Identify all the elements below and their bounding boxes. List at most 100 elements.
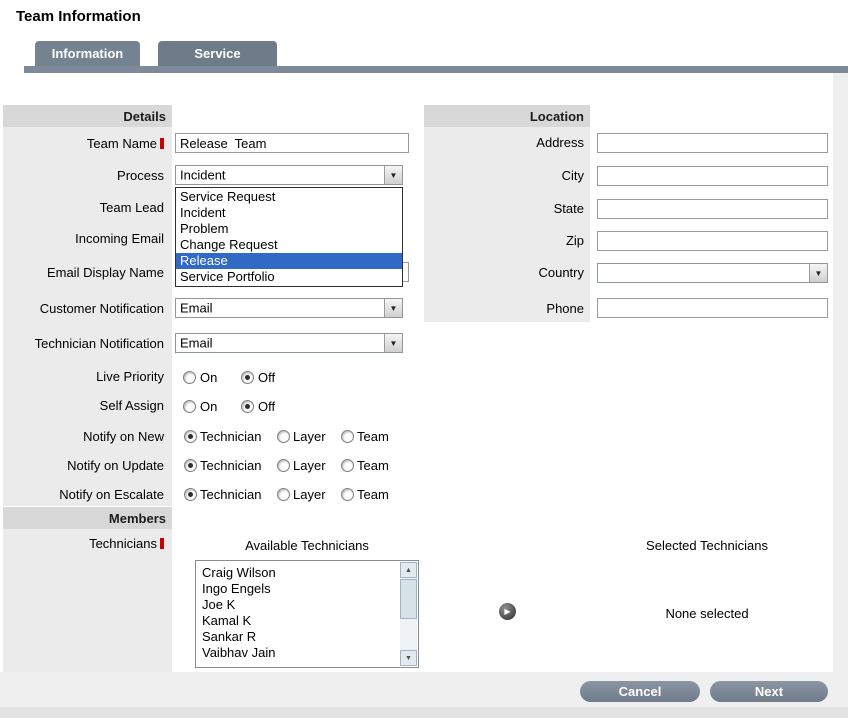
- tab-service[interactable]: Service: [158, 41, 277, 66]
- customer-notification-label: Customer Notification: [3, 301, 164, 316]
- available-technicians-list[interactable]: Craig Wilson Ingo Engels Joe K Kamal K S…: [195, 560, 419, 668]
- team-name-label: Team Name: [3, 136, 164, 151]
- phone-label: Phone: [424, 301, 584, 316]
- notify-on-new-label: Notify on New: [3, 429, 164, 444]
- phone-input[interactable]: [597, 298, 828, 318]
- team-name-label-text: Team Name: [87, 136, 157, 151]
- process-label: Process: [3, 168, 164, 183]
- technician-notification-label: Technician Notification: [3, 336, 164, 351]
- live-priority-off-radio[interactable]: [241, 371, 254, 384]
- team-information-page: Team Information Information Service Det…: [0, 0, 848, 718]
- notify-on-update-label: Notify on Update: [3, 458, 164, 473]
- notify-new-team-radio[interactable]: [341, 430, 354, 443]
- required-marker-icon: [160, 538, 164, 549]
- technician-notification-select[interactable]: Email ▼: [175, 333, 403, 353]
- notify-on-escalate-label: Notify on Escalate: [3, 487, 164, 502]
- city-input[interactable]: [597, 166, 828, 186]
- process-option[interactable]: Service Portfolio: [176, 269, 402, 285]
- zip-input[interactable]: [597, 231, 828, 251]
- notify-new-team-label: Team: [357, 429, 389, 444]
- next-button-label: Next: [755, 684, 783, 699]
- state-label: State: [424, 201, 584, 216]
- members-header-label: Members: [109, 511, 166, 526]
- process-dropdown-list: Service Request Incident Problem Change …: [175, 187, 403, 287]
- tab-information[interactable]: Information: [35, 41, 140, 66]
- country-label: Country: [424, 265, 584, 280]
- notify-update-technician-radio[interactable]: [184, 459, 197, 472]
- state-input[interactable]: [597, 199, 828, 219]
- process-option[interactable]: Incident: [176, 205, 402, 221]
- technician-list-item[interactable]: Kamal K: [196, 613, 400, 629]
- country-select[interactable]: ▼: [597, 263, 828, 283]
- move-right-button[interactable]: ▶: [499, 603, 516, 620]
- technician-list-item[interactable]: Joe K: [196, 597, 400, 613]
- list-scrollbar[interactable]: ▲ ▼: [400, 562, 417, 666]
- cancel-button[interactable]: Cancel: [580, 681, 700, 702]
- page-title: Team Information: [16, 8, 141, 25]
- email-display-name-label: Email Display Name: [3, 265, 164, 280]
- notify-escalate-layer-radio[interactable]: [277, 488, 290, 501]
- chevron-down-icon[interactable]: ▼: [384, 166, 402, 184]
- chevron-down-icon[interactable]: ▼: [384, 299, 402, 317]
- required-marker-icon: [160, 138, 164, 149]
- next-button[interactable]: Next: [710, 681, 828, 702]
- scroll-down-icon[interactable]: ▼: [400, 650, 417, 666]
- process-select[interactable]: Incident ▼: [175, 165, 403, 185]
- notify-update-technician-label: Technician: [200, 458, 261, 473]
- tab-information-label: Information: [52, 46, 124, 61]
- address-input[interactable]: [597, 133, 828, 153]
- customer-notification-select[interactable]: Email ▼: [175, 298, 403, 318]
- scroll-thumb[interactable]: [400, 579, 417, 619]
- details-label-column: [3, 127, 172, 506]
- notify-update-team-radio[interactable]: [341, 459, 354, 472]
- chevron-down-icon[interactable]: ▼: [384, 334, 402, 352]
- chevron-down-icon[interactable]: ▼: [809, 264, 827, 282]
- technician-notification-value: Email: [180, 336, 213, 351]
- notify-escalate-team-label: Team: [357, 487, 389, 502]
- zip-label: Zip: [424, 233, 584, 248]
- customer-notification-value: Email: [180, 301, 213, 316]
- notify-escalate-technician-radio[interactable]: [184, 488, 197, 501]
- notify-update-team-label: Team: [357, 458, 389, 473]
- self-assign-on-label: On: [200, 399, 217, 414]
- available-technicians-title: Available Technicians: [195, 538, 419, 553]
- location-label-column: [424, 127, 590, 322]
- process-option[interactable]: Change Request: [176, 237, 402, 253]
- team-lead-label: Team Lead: [3, 200, 164, 215]
- notify-update-layer-label: Layer: [293, 458, 326, 473]
- technician-list-item[interactable]: Vaibhav Jain: [196, 645, 400, 661]
- bottom-strip: [0, 707, 848, 718]
- live-priority-label: Live Priority: [3, 369, 164, 384]
- play-icon: ▶: [504, 607, 510, 616]
- technician-list-item[interactable]: Craig Wilson: [196, 565, 400, 581]
- cancel-button-label: Cancel: [619, 684, 662, 699]
- notify-new-technician-label: Technician: [200, 429, 261, 444]
- live-priority-on-radio[interactable]: [183, 371, 196, 384]
- live-priority-on-label: On: [200, 370, 217, 385]
- notify-update-layer-radio[interactable]: [277, 459, 290, 472]
- details-header: Details: [3, 105, 172, 127]
- scroll-up-icon[interactable]: ▲: [400, 562, 417, 578]
- location-header-label: Location: [530, 109, 584, 124]
- process-option[interactable]: Service Request: [176, 189, 402, 205]
- notify-escalate-team-radio[interactable]: [341, 488, 354, 501]
- notify-new-technician-radio[interactable]: [184, 430, 197, 443]
- notify-new-layer-radio[interactable]: [277, 430, 290, 443]
- selected-technicians-empty: None selected: [595, 606, 819, 621]
- process-option[interactable]: Problem: [176, 221, 402, 237]
- selected-technicians-title: Selected Technicians: [595, 538, 819, 553]
- team-name-input[interactable]: [175, 133, 409, 153]
- details-header-label: Details: [123, 109, 166, 124]
- incoming-email-label: Incoming Email: [3, 231, 164, 246]
- technician-list-item[interactable]: Ingo Engels: [196, 581, 400, 597]
- self-assign-off-radio[interactable]: [241, 400, 254, 413]
- address-label: Address: [424, 135, 584, 150]
- right-gutter: [833, 73, 848, 718]
- notify-escalate-technician-label: Technician: [200, 487, 261, 502]
- notify-escalate-layer-label: Layer: [293, 487, 326, 502]
- technician-list-item[interactable]: Sankar R: [196, 629, 400, 645]
- process-option-highlighted[interactable]: Release: [176, 253, 402, 269]
- live-priority-off-label: Off: [258, 370, 275, 385]
- self-assign-on-radio[interactable]: [183, 400, 196, 413]
- technicians-label-text: Technicians: [89, 536, 157, 551]
